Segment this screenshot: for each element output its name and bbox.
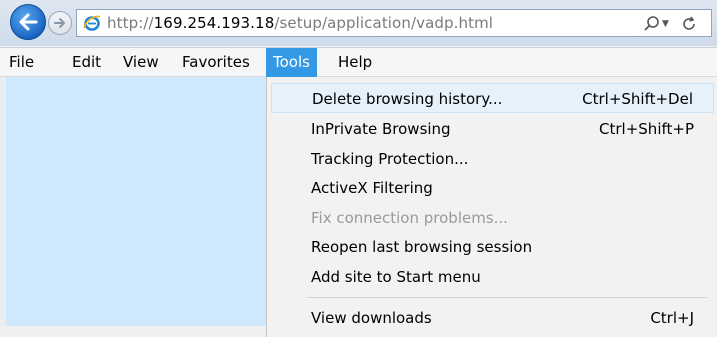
url-path: /setup/application/vadp.html [274, 14, 494, 32]
menu-item-fix-connection-problems: Fix connection problems... [271, 203, 714, 233]
tools-menu: Delete browsing history... Ctrl+Shift+De… [266, 77, 717, 337]
page-content [0, 77, 270, 326]
menu-help[interactable]: Help [331, 48, 379, 77]
dropdown-arrow-icon[interactable]: ▼ [662, 19, 669, 29]
menu-item-delete-browsing-history[interactable]: Delete browsing history... Ctrl+Shift+De… [271, 83, 714, 113]
ie-logo-icon [83, 15, 101, 31]
address-strip: http://169.254.193.18/setup/application/… [0, 0, 717, 46]
menu-favorites[interactable]: Favorites [175, 48, 257, 77]
menu-item-inprivate-browsing[interactable]: InPrivate Browsing Ctrl+Shift+P [271, 114, 714, 144]
menu-item-label: InPrivate Browsing [311, 120, 451, 138]
back-arrow-icon [19, 13, 38, 31]
url-prefix: http:// [107, 14, 154, 32]
menu-separator [307, 297, 707, 298]
menu-item-view-downloads[interactable]: View downloads Ctrl+J [271, 303, 714, 333]
menu-item-label: ActiveX Filtering [311, 179, 433, 197]
forward-button[interactable] [48, 11, 72, 35]
menu-item-label: View downloads [311, 309, 432, 327]
menu-tools[interactable]: Tools [266, 48, 317, 77]
menu-item-label: Fix connection problems... [311, 209, 508, 227]
menu-view[interactable]: View [116, 48, 166, 77]
search-icon[interactable] [643, 15, 661, 33]
refresh-icon[interactable] [680, 15, 698, 33]
menu-item-shortcut: Ctrl+J [650, 309, 694, 327]
menu-item-reopen-last-session[interactable]: Reopen last browsing session [271, 232, 714, 262]
page-left-edge [0, 77, 6, 326]
menu-edit[interactable]: Edit [65, 48, 108, 77]
menu-item-activex-filtering[interactable]: ActiveX Filtering [271, 173, 714, 203]
menu-item-label: Reopen last browsing session [311, 238, 533, 256]
forward-arrow-icon [54, 18, 65, 28]
menu-bar: File Edit View Favorites Tools Help [0, 47, 717, 77]
menu-item-shortcut: Ctrl+Shift+Del [582, 90, 693, 108]
menu-item-label: Tracking Protection... [311, 150, 469, 168]
menu-item-label: Delete browsing history... [312, 90, 503, 108]
address-bar[interactable]: http://169.254.193.18/setup/application/… [76, 9, 712, 37]
menu-item-add-site-to-start-menu[interactable]: Add site to Start menu [271, 262, 714, 292]
back-button[interactable] [10, 4, 46, 40]
url-text: http://169.254.193.18/setup/application/… [107, 14, 493, 32]
menu-item-label: Add site to Start menu [311, 268, 481, 286]
menu-item-tracking-protection[interactable]: Tracking Protection... [271, 144, 714, 174]
url-host: 169.254.193.18 [153, 14, 275, 32]
menu-item-shortcut: Ctrl+Shift+P [599, 120, 694, 138]
menu-file[interactable]: File [2, 48, 41, 77]
